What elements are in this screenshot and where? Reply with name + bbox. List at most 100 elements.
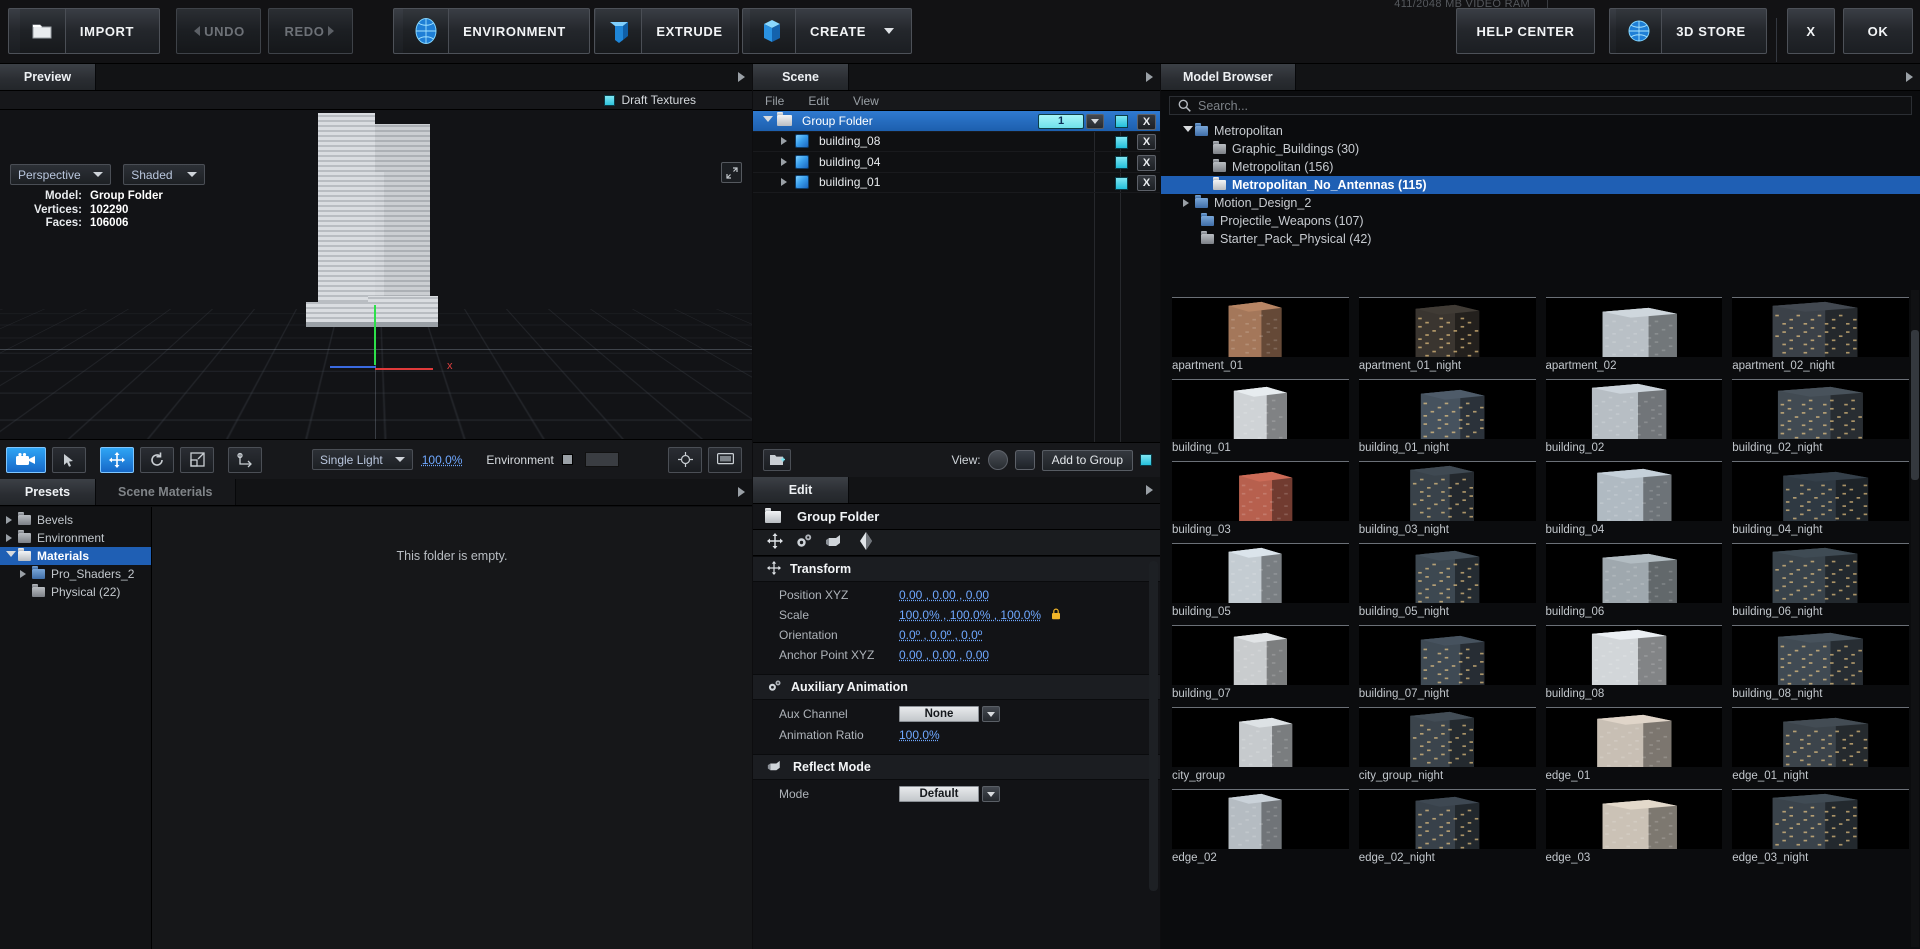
- projection-select[interactable]: Perspective: [10, 164, 111, 185]
- preview-panel-menu-arrow[interactable]: [730, 64, 752, 90]
- create-button[interactable]: CREATE: [742, 8, 912, 54]
- browser-tree-item-metropolitan-sub[interactable]: Metropolitan (156): [1161, 158, 1920, 176]
- model-thumbnail-cell[interactable]: edge_02_night: [1354, 786, 1541, 868]
- aux-channel-dropdown-arrow[interactable]: [982, 706, 1000, 722]
- import-button[interactable]: IMPORT: [8, 8, 160, 54]
- rotate-tool-button[interactable]: [140, 446, 174, 473]
- visibility-toggle[interactable]: [1115, 176, 1128, 190]
- model-thumbnail-cell[interactable]: city_group_night: [1354, 704, 1541, 786]
- reflect-mode-select[interactable]: Default: [899, 786, 979, 802]
- delete-row-button[interactable]: X: [1137, 134, 1156, 150]
- environment-swatch[interactable]: [561, 454, 573, 465]
- chevron-right-icon[interactable]: [6, 534, 18, 542]
- browser-tree-item-starter-pack[interactable]: Starter_Pack_Physical (42): [1161, 230, 1920, 248]
- model-thumbnail-cell[interactable]: apartment_01: [1167, 294, 1354, 376]
- light-intensity-value[interactable]: 100.0%: [422, 453, 463, 467]
- pivot-tool-button[interactable]: [228, 446, 262, 473]
- visibility-toggle[interactable]: [1115, 135, 1128, 149]
- preset-tree-item[interactable]: Physical (22): [0, 583, 151, 601]
- tab-scene[interactable]: Scene: [753, 64, 849, 90]
- presets-panel-menu-arrow[interactable]: [730, 479, 752, 505]
- chevron-right-icon[interactable]: [6, 516, 18, 524]
- extrude-button[interactable]: EXTRUDE: [594, 8, 739, 54]
- model-thumbnail-cell[interactable]: edge_01: [1541, 704, 1728, 786]
- light-mode-select[interactable]: Single Light: [312, 449, 413, 470]
- 3d-store-button[interactable]: 3D STORE: [1609, 8, 1767, 54]
- model-thumbnail-cell[interactable]: building_02: [1541, 376, 1728, 458]
- add-to-group-checkbox[interactable]: [1140, 454, 1152, 466]
- model-thumbnail-cell[interactable]: edge_03: [1541, 786, 1728, 868]
- scale-tool-button[interactable]: [180, 446, 214, 473]
- chevron-right-icon[interactable]: [20, 570, 32, 578]
- group-count-dropdown[interactable]: [1086, 113, 1104, 129]
- reflect-icon[interactable]: [825, 533, 845, 552]
- model-thumbnail-cell[interactable]: building_05_night: [1354, 540, 1541, 622]
- model-thumbnail-cell[interactable]: building_02_night: [1727, 376, 1914, 458]
- model-thumbnail-cell[interactable]: apartment_02: [1541, 294, 1728, 376]
- delete-row-button[interactable]: X: [1137, 175, 1156, 191]
- environment-preview-well[interactable]: [584, 452, 619, 467]
- model-thumbnail-cell[interactable]: building_04_night: [1727, 458, 1914, 540]
- model-thumbnail-cell[interactable]: edge_03_night: [1727, 786, 1914, 868]
- model-thumbnail-cell[interactable]: building_07: [1167, 622, 1354, 704]
- view-wireframe-button[interactable]: [1014, 450, 1035, 470]
- gizmo-y-axis[interactable]: [374, 305, 376, 365]
- preset-tree-item-materials[interactable]: Materials: [0, 547, 151, 565]
- screenshot-button[interactable]: [708, 446, 742, 473]
- chevron-right-icon[interactable]: [781, 178, 795, 187]
- model-thumbnail-cell[interactable]: building_01: [1167, 376, 1354, 458]
- model-thumbnail-cell[interactable]: building_05: [1167, 540, 1354, 622]
- move-tool-button[interactable]: [100, 446, 134, 473]
- menu-edit[interactable]: Edit: [808, 94, 829, 108]
- browser-tree-item-metropolitan[interactable]: Metropolitan: [1161, 122, 1920, 140]
- add-to-group-button[interactable]: Add to Group: [1041, 449, 1133, 471]
- model-browser-menu-arrow[interactable]: [1898, 64, 1920, 90]
- section-auxiliary-animation[interactable]: Auxiliary Animation: [753, 674, 1160, 700]
- delete-row-button[interactable]: X: [1137, 154, 1156, 171]
- draft-textures-checkbox[interactable]: [603, 94, 615, 106]
- section-reflect-mode[interactable]: Reflect Mode: [753, 754, 1160, 780]
- browser-tree-item-projectile-weapons[interactable]: Projectile_Weapons (107): [1161, 212, 1920, 230]
- browser-tree-item-metropolitan-no-antennas[interactable]: Metropolitan_No_Antennas (115): [1161, 176, 1920, 194]
- model-thumbnail-cell[interactable]: building_01_night: [1354, 376, 1541, 458]
- edit-panel-menu-arrow[interactable]: [1138, 477, 1160, 503]
- aux-channel-select[interactable]: None: [899, 706, 979, 722]
- environment-button[interactable]: ENVIRONMENT: [393, 8, 590, 54]
- gizmo-x-axis[interactable]: [375, 368, 433, 370]
- lock-icon[interactable]: [1051, 608, 1061, 623]
- menu-file[interactable]: File: [765, 94, 784, 108]
- menu-view[interactable]: View: [853, 94, 879, 108]
- scene-row-building-04[interactable]: building_04 X: [753, 152, 1160, 173]
- property-value[interactable]: 100.0%: [899, 728, 940, 742]
- camera-tool-button[interactable]: [6, 446, 46, 473]
- chevron-right-icon[interactable]: [781, 157, 795, 166]
- model-thumbnail-cell[interactable]: apartment_02_night: [1727, 294, 1914, 376]
- scene-row-group-folder[interactable]: Group Folder 1 X: [753, 111, 1160, 132]
- ok-button[interactable]: OK: [1843, 8, 1913, 54]
- model-thumbnail-cell[interactable]: city_group: [1167, 704, 1354, 786]
- move-icon[interactable]: [767, 533, 783, 552]
- help-center-button[interactable]: HELP CENTER: [1456, 8, 1595, 54]
- tab-presets[interactable]: Presets: [0, 479, 96, 505]
- group-count-input[interactable]: 1: [1038, 113, 1084, 129]
- model-thumbnail-cell[interactable]: edge_02: [1167, 786, 1354, 868]
- model-grid-scrollbar[interactable]: [1911, 290, 1919, 947]
- chevron-down-icon[interactable]: [763, 115, 777, 126]
- model-thumbnail-cell[interactable]: building_06_night: [1727, 540, 1914, 622]
- preset-tree-item[interactable]: Environment: [0, 529, 151, 547]
- view-shaded-button[interactable]: [987, 450, 1008, 470]
- property-value[interactable]: 0.0º , 0.0º , 0.0º: [899, 628, 982, 642]
- gears-icon[interactable]: [795, 533, 813, 552]
- edit-panel-scrollbar[interactable]: [1149, 561, 1158, 891]
- visibility-toggle[interactable]: [1115, 156, 1128, 169]
- expand-viewport-button[interactable]: [721, 162, 742, 183]
- model-browser-splitter[interactable]: [1161, 278, 1920, 498]
- model-search-field[interactable]: Search...: [1169, 96, 1912, 115]
- reset-view-button[interactable]: [668, 446, 702, 473]
- visibility-toggle[interactable]: [1115, 115, 1128, 128]
- model-thumbnail-cell[interactable]: building_06: [1541, 540, 1728, 622]
- close-button[interactable]: X: [1787, 8, 1835, 54]
- new-folder-button[interactable]: [763, 449, 791, 471]
- tab-preview[interactable]: Preview: [0, 64, 96, 90]
- scene-row-building-01[interactable]: building_01 X: [753, 173, 1160, 193]
